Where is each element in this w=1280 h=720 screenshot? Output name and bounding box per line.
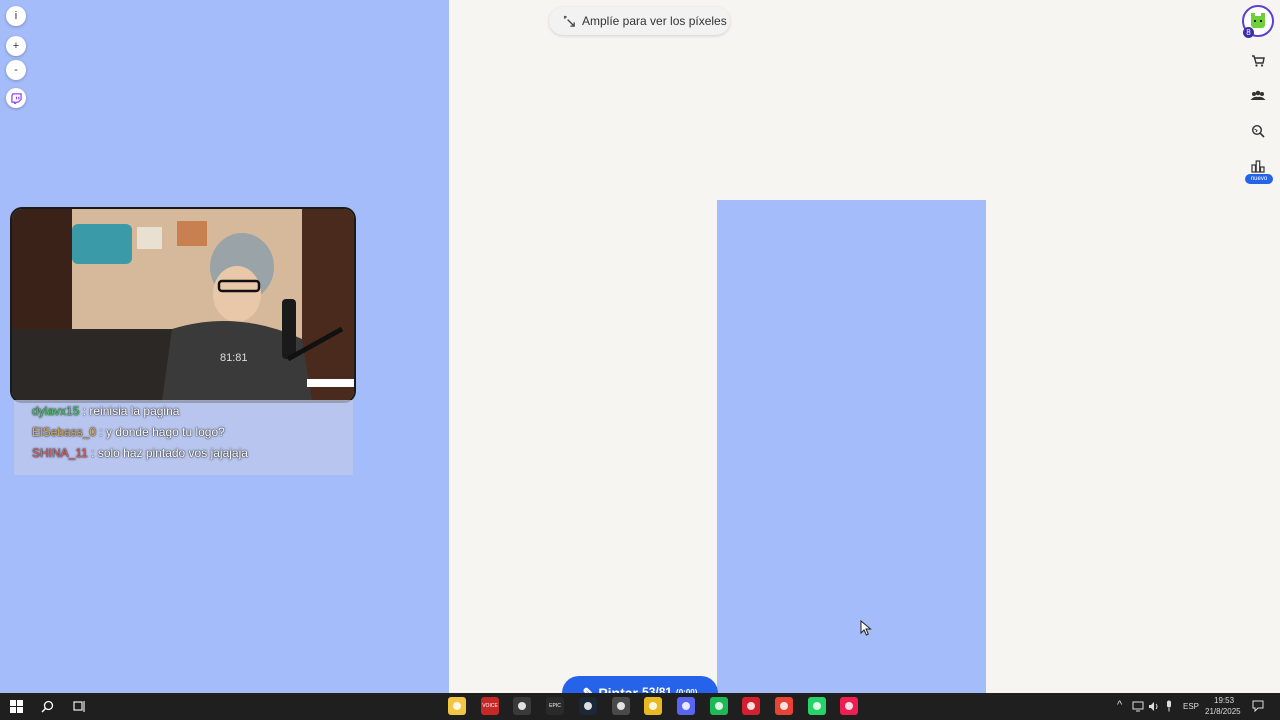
tray-chevron-icon[interactable]: ^ xyxy=(1117,699,1122,711)
clock-date[interactable]: 21/8/2025 xyxy=(1205,707,1241,716)
taskbar-app-opera[interactable] xyxy=(742,697,760,715)
task-view-icon xyxy=(72,700,85,712)
zoom-out-button[interactable]: - xyxy=(6,60,26,80)
taskbar-app-tiktok[interactable] xyxy=(840,697,858,715)
taskbar-app-battlenet[interactable] xyxy=(644,697,662,715)
cart-icon xyxy=(1252,55,1265,67)
file-explorer-icon xyxy=(453,702,461,710)
chat-text: : solo haz pintado vos jajajaja xyxy=(91,446,248,460)
chat-message: SHINA_11 : solo haz pintado vos jajajaja xyxy=(32,446,248,460)
mouse-cursor-icon xyxy=(860,620,872,636)
minus-icon: - xyxy=(14,64,18,76)
zoom-pixels-icon xyxy=(563,15,575,27)
chrome-icon xyxy=(780,702,788,710)
new-badge: nuevo xyxy=(1245,174,1273,184)
whatsapp-icon xyxy=(813,702,821,710)
webcam-overlay: 81:81 xyxy=(12,209,354,401)
taskbar-app-steam[interactable] xyxy=(579,697,597,715)
chat-overlay: dylavx15 : reinisia la pagina ElSebass_0… xyxy=(14,400,353,475)
search-globe-icon xyxy=(1251,124,1265,138)
chat-username: ElSebass_0 xyxy=(32,425,97,439)
info-button[interactable]: i xyxy=(6,6,26,26)
chat-username: dylavx15 xyxy=(32,404,80,418)
taskbar-app-file-explorer[interactable] xyxy=(448,697,466,715)
shirt-text: 81:81 xyxy=(220,352,248,364)
microphone-icon[interactable] xyxy=(1165,700,1173,712)
clock-time[interactable]: 19:53 xyxy=(1214,696,1234,705)
task-view-button[interactable] xyxy=(70,697,88,715)
search-location-button[interactable] xyxy=(1247,120,1269,142)
volume-icon[interactable] xyxy=(1148,701,1160,712)
epic-games-icon: EPIC xyxy=(549,703,561,709)
level-badge: 8 xyxy=(1243,27,1254,38)
language-indicator[interactable]: ESP xyxy=(1183,702,1199,711)
chat-text: : y donde hago tu logo? xyxy=(99,425,225,439)
chat-username: SHINA_11 xyxy=(32,446,88,460)
taskbar-app-discord[interactable] xyxy=(677,697,695,715)
canvas-painted-region[interactable] xyxy=(717,200,986,693)
taskbar-app-chrome[interactable] xyxy=(775,697,793,715)
taskbar-app-minecraft[interactable] xyxy=(612,697,630,715)
spotify-icon xyxy=(715,702,723,710)
windows-taskbar: VOICE EPIC ^ ESP 19:53 21/8/2025 xyxy=(0,693,1280,720)
webcam-image: 81:81 xyxy=(12,209,354,401)
zoom-in-button[interactable]: + xyxy=(6,36,26,56)
start-button[interactable] xyxy=(7,697,25,715)
taskbar-app-voicemeeter[interactable]: VOICE xyxy=(481,697,499,715)
taskbar-app-epic-games[interactable]: EPIC xyxy=(546,697,564,715)
zoom-hint-pill[interactable]: Amplíe para ver los píxeles xyxy=(549,7,730,35)
chat-message: dylavx15 : reinisia la pagina xyxy=(32,404,179,418)
search-icon xyxy=(40,700,53,713)
leaderboard-icon xyxy=(1251,160,1265,173)
obs-icon xyxy=(518,702,526,710)
voicemeeter-icon: VOICE xyxy=(482,703,498,709)
network-icon[interactable] xyxy=(1132,701,1144,712)
twitch-icon xyxy=(10,92,22,104)
opera-icon xyxy=(747,702,755,710)
taskbar-app-whatsapp[interactable] xyxy=(808,697,826,715)
group-icon xyxy=(1250,90,1266,100)
tiktok-icon xyxy=(845,702,853,710)
search-button[interactable] xyxy=(38,697,56,715)
shop-button[interactable] xyxy=(1247,50,1269,72)
windows-logo-icon xyxy=(9,699,23,713)
notifications-icon[interactable] xyxy=(1252,700,1264,712)
twitch-button[interactable] xyxy=(6,88,26,108)
zoom-hint-text: Amplíe para ver los píxeles xyxy=(582,14,727,28)
info-icon: i xyxy=(14,10,18,22)
chat-message: ElSebass_0 : y donde hago tu logo? xyxy=(32,425,225,439)
taskbar-app-obs[interactable] xyxy=(513,697,531,715)
taskbar-app-spotify[interactable] xyxy=(710,697,728,715)
chat-text: : reinisia la pagina xyxy=(82,404,180,418)
battlenet-icon xyxy=(649,702,657,710)
discord-icon xyxy=(682,702,690,710)
minecraft-icon xyxy=(617,702,625,710)
community-button[interactable] xyxy=(1247,85,1269,107)
steam-icon xyxy=(584,702,592,710)
plus-icon: + xyxy=(12,40,20,52)
